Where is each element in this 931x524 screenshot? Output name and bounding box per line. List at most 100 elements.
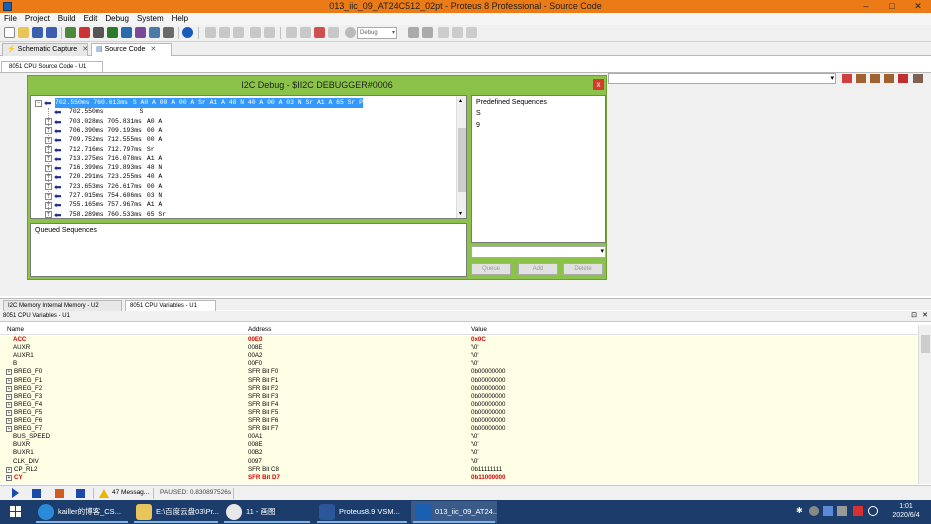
column-value[interactable]: Value	[471, 325, 487, 335]
variable-row[interactable]: + BREG_F7 SFR Bit F7 0b00000000	[0, 425, 918, 433]
taskbar-item-word[interactable]: Proteus8.9 VSM...	[315, 501, 409, 523]
stop-icon[interactable]	[76, 489, 85, 498]
expand-icon[interactable]: +	[6, 426, 12, 433]
variable-row[interactable]: + BREG_F4 SFR Bit F4 0b00000000	[0, 401, 918, 409]
variable-row[interactable]: + CP_RL2 SFR Bit C8 0b11111111	[0, 466, 918, 474]
design-explorer-icon[interactable]	[121, 27, 132, 38]
help-icon[interactable]	[182, 27, 193, 38]
minimize-button[interactable]: –	[853, 0, 879, 13]
close-icon[interactable]: ✕	[922, 311, 928, 321]
tab-schematic-capture[interactable]: ⚡ Schematic Capture ✕	[2, 43, 88, 56]
play-icon[interactable]	[12, 488, 19, 498]
redo-icon[interactable]	[422, 27, 433, 38]
menu-file[interactable]: File	[0, 13, 21, 25]
scroll-thumb[interactable]	[458, 128, 466, 192]
predefined-item[interactable]: S	[472, 109, 605, 121]
variable-row[interactable]: + BREG_F5 SFR Bit F5 0b00000000	[0, 409, 918, 417]
menu-debug[interactable]: Debug	[101, 13, 133, 25]
tree-scrollbar[interactable]: ▴ ▾	[456, 96, 466, 218]
expand-icon[interactable]: +	[6, 369, 12, 376]
expand-icon[interactable]: +	[6, 409, 12, 416]
save-icon[interactable]	[32, 27, 43, 38]
undo-icon[interactable]	[408, 27, 419, 38]
add-button[interactable]: Add	[518, 263, 558, 275]
scroll-thumb[interactable]	[921, 335, 930, 353]
queue-button[interactable]: Queue	[471, 263, 511, 275]
variable-row[interactable]: + BREG_F0 SFR Bit F0 0b00000000	[0, 368, 918, 376]
menu-project[interactable]: Project	[21, 13, 54, 25]
network-icon[interactable]	[809, 506, 819, 516]
i2c-sequence-tree[interactable]: − ⬅ 702.550ms 760.613ms S A0 A 00 A 00 A Sr…	[30, 95, 467, 219]
variable-row[interactable]: AUXR1 00A2 '\0'	[0, 352, 918, 360]
step-over-icon[interactable]	[842, 74, 852, 83]
step-into-icon[interactable]	[856, 74, 866, 83]
comment-icon[interactable]	[466, 27, 477, 38]
expand-icon[interactable]: +	[6, 377, 12, 384]
source-file-combo[interactable]: ▾	[608, 73, 836, 84]
variable-row[interactable]: + BREG_F3 SFR Bit F3 0b00000000	[0, 393, 918, 401]
disassembly-icon[interactable]	[913, 74, 923, 83]
find-icon[interactable]	[286, 27, 297, 38]
variable-row[interactable]: + BREG_F1 SFR Bit F1 0b00000000	[0, 377, 918, 385]
column-name[interactable]: Name	[7, 325, 24, 335]
variables-scrollbar[interactable]	[918, 325, 931, 484]
tab-cpu-variables[interactable]: 8051 CPU Variables - U1	[125, 300, 216, 311]
gerber-icon[interactable]	[107, 27, 118, 38]
pause-icon[interactable]	[55, 489, 64, 498]
run-to-cursor-icon[interactable]	[884, 74, 894, 83]
home-icon[interactable]	[65, 27, 76, 38]
outdent-icon[interactable]	[452, 27, 463, 38]
pin-icon[interactable]: ⊡	[911, 311, 917, 321]
save-all-icon[interactable]	[46, 27, 57, 38]
expand-icon[interactable]: +	[6, 393, 12, 400]
delete-button[interactable]: Delete	[563, 263, 603, 275]
messages-count[interactable]: 47 Messag...	[112, 489, 149, 496]
expand-icon[interactable]: +	[6, 474, 12, 481]
source-code-icon[interactable]	[149, 27, 160, 38]
tab-source-code[interactable]: ▤ Source Code ✕	[91, 43, 172, 56]
column-address[interactable]: Address	[248, 325, 271, 335]
bookmark-icon[interactable]	[328, 27, 339, 38]
variable-row[interactable]: BUXR1 00B2 '\0'	[0, 449, 918, 457]
variable-row[interactable]: + BREG_F6 SFR Bit F6 0b00000000	[0, 417, 918, 425]
scroll-down-icon[interactable]: ▾	[459, 210, 462, 217]
toggle-breakpoint-icon[interactable]	[898, 74, 908, 83]
variable-row[interactable]: ACC 00E0 0x0C	[0, 336, 918, 344]
start-button[interactable]	[2, 502, 30, 522]
clear-icon[interactable]	[314, 27, 325, 38]
tab-i2c-memory[interactable]: I2C Memory Internal Memory - U2	[3, 300, 122, 311]
taskbar-item-proteus[interactable]: 013_iic_09_AT24...	[411, 501, 497, 523]
notes-icon[interactable]	[163, 27, 174, 38]
step-out-icon[interactable]	[870, 74, 880, 83]
copy-icon[interactable]	[233, 27, 244, 38]
expand-icon[interactable]: +	[6, 466, 12, 473]
volume-icon[interactable]	[837, 506, 847, 516]
taskbar-item-browser[interactable]: kailler的博客_CS...	[34, 501, 130, 523]
close-tab-icon[interactable]: ✕	[82, 46, 88, 53]
onedrive-icon[interactable]	[823, 506, 833, 516]
variable-row[interactable]: + CY SFR Bit D7 0b11000000	[0, 474, 918, 482]
bluetooth-icon[interactable]: ✱	[796, 506, 806, 516]
step-icon[interactable]	[32, 489, 41, 498]
expand-icon[interactable]: +	[6, 401, 12, 408]
taskbar-item-explorer[interactable]: E:\百度云盘03\Pr...	[132, 501, 220, 523]
bom-icon[interactable]	[135, 27, 146, 38]
close-tab-icon[interactable]: ✕	[150, 46, 156, 53]
ime-icon[interactable]	[853, 506, 863, 516]
menu-edit[interactable]: Edit	[80, 13, 102, 25]
pcb-icon[interactable]	[93, 27, 104, 38]
variable-row[interactable]: + BREG_F2 SFR Bit F2 0b00000000	[0, 385, 918, 393]
undo-history-icon[interactable]	[264, 27, 275, 38]
close-window-button[interactable]: ✕	[905, 0, 931, 13]
build-config-select[interactable]: Debug ▾	[357, 27, 397, 39]
expand-icon[interactable]: +	[6, 385, 12, 392]
warning-icon[interactable]	[99, 489, 109, 498]
predefined-item[interactable]: 9	[472, 121, 605, 133]
maximize-button[interactable]: □	[879, 0, 905, 13]
variable-row[interactable]: AUXR 008E '\0'	[0, 344, 918, 352]
scroll-up-icon[interactable]: ▴	[459, 97, 462, 104]
variable-row[interactable]: B 00F0 '\0'	[0, 360, 918, 368]
system-clock[interactable]: 1:01 2020/6/4	[884, 502, 928, 520]
source-file-tab[interactable]: 8051 CPU Source Code - U1	[1, 61, 103, 72]
new-file-icon[interactable]	[4, 27, 15, 38]
